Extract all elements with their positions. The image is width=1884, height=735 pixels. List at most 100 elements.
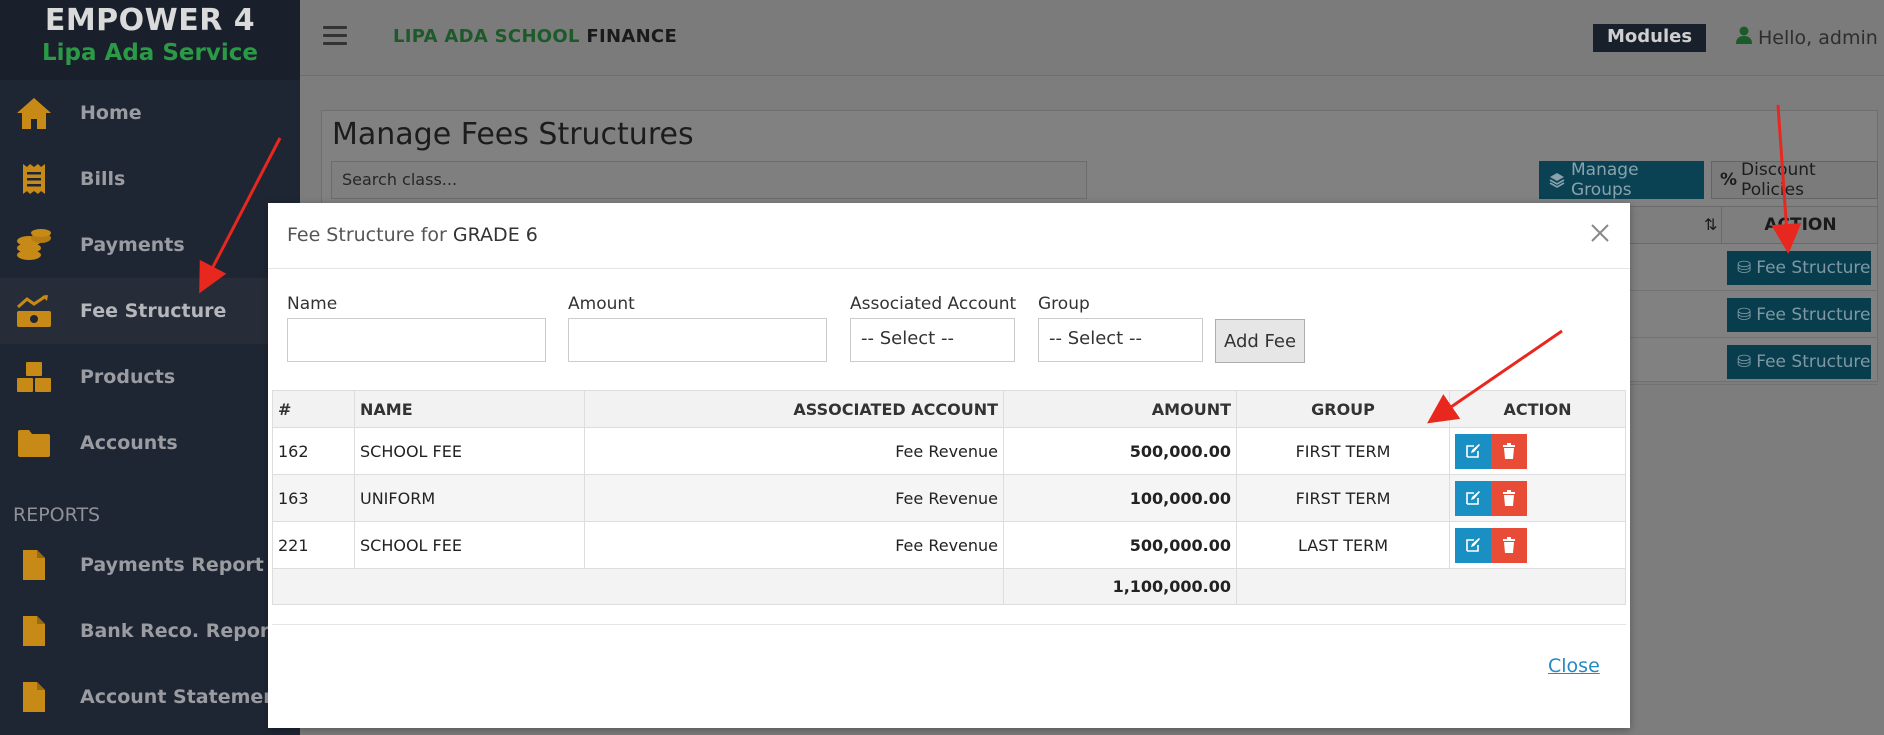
name-label: Name (287, 294, 338, 314)
edit-button[interactable] (1455, 433, 1491, 469)
edit-button[interactable] (1455, 480, 1491, 516)
brand-subtitle: Lipa Ada Service (42, 40, 258, 66)
menu-toggle-icon[interactable] (323, 26, 347, 46)
coins-icon: ⛁ (1737, 258, 1752, 278)
sort-icon[interactable]: ⇅ (1704, 215, 1717, 234)
edit-icon (1466, 491, 1480, 505)
modules-button[interactable]: Modules (1593, 24, 1707, 52)
top-header: LIPA ADA SCHOOL FINANCE Modules Hello, a… (300, 0, 1884, 76)
fee-structure-modal: Fee Structure for GRADE 6 Name Amount As… (268, 203, 1630, 728)
modal-header: Fee Structure for GRADE 6 (268, 203, 1630, 269)
cell-id: 163 (272, 474, 355, 522)
amount-input[interactable] (568, 318, 827, 362)
table-row: 221 SCHOOL FEE Fee Revenue 500,000.00 LA… (272, 521, 1626, 569)
trash-icon (1503, 537, 1515, 553)
user-greeting: Hello, admin (1758, 26, 1878, 49)
cell-amount: 500,000.00 (1003, 427, 1237, 475)
edit-icon (1466, 444, 1480, 458)
brand-title: EMPOWER 4 (44, 3, 256, 38)
add-fee-button[interactable]: Add Fee (1215, 319, 1305, 363)
app-title-module: FINANCE (586, 26, 678, 47)
sidebar-item-bank-reco-report[interactable]: Bank Reco. Report (0, 598, 300, 664)
coins-icon: ⛁ (1737, 352, 1752, 372)
delete-button[interactable] (1491, 480, 1527, 516)
sidebar-item-account-statement[interactable]: Account Statement (0, 664, 300, 730)
cell-group: LAST TERM (1236, 521, 1450, 569)
edit-icon (1466, 538, 1480, 552)
fee-structure-button[interactable]: ⛁ Fee Structure (1727, 251, 1871, 285)
user-menu[interactable]: Hello, admin (1736, 26, 1878, 49)
close-icon[interactable] (1588, 221, 1612, 245)
col-header-name: NAME (354, 390, 585, 428)
sidebar-item-home[interactable]: Home (0, 80, 300, 146)
manage-groups-button[interactable]: Manage Groups (1539, 160, 1704, 200)
add-fee-form: Name Amount Associated Account -- Select… (268, 291, 1630, 371)
discount-policies-button[interactable]: % Discount Policies (1711, 160, 1878, 200)
cell-id: 162 (272, 427, 355, 475)
total-spacer (272, 568, 1004, 605)
action-column-header: ACTION (1721, 207, 1879, 243)
group-select[interactable]: -- Select -- (1038, 318, 1203, 362)
sidebar-item-accounts[interactable]: Accounts (0, 410, 300, 476)
fee-structure-button-label: Fee Structure (1756, 305, 1871, 325)
account-select[interactable]: -- Select -- (850, 318, 1015, 362)
cell-account: Fee Revenue (584, 474, 1004, 522)
cell-name: UNIFORM (354, 474, 585, 522)
manage-groups-label: Manage Groups (1571, 160, 1639, 200)
sidebar-item-fee-structure[interactable]: Fee Structure (0, 278, 300, 344)
app-title-school: LIPA ADA SCHOOL (393, 26, 580, 47)
name-input[interactable] (287, 318, 546, 362)
file-icon (14, 613, 54, 649)
sidebar-item-payments-report[interactable]: Payments Report (0, 532, 300, 598)
edit-button[interactable] (1455, 527, 1491, 563)
coins-icon: ⛁ (1737, 305, 1752, 325)
sidebar-item-label: Accounts (80, 432, 178, 454)
file-icon (14, 547, 54, 583)
col-header-id: # (272, 390, 355, 428)
cell-actions (1449, 521, 1626, 569)
col-header-amount: AMOUNT (1003, 390, 1237, 428)
sidebar-item-label: Home (80, 102, 142, 124)
delete-button[interactable] (1491, 433, 1527, 469)
sidebar-item-label: Payments Report (80, 554, 264, 576)
close-button[interactable]: Close (1548, 655, 1600, 677)
cell-id: 221 (272, 521, 355, 569)
fee-structure-button[interactable]: ⛁ Fee Structure (1727, 298, 1871, 332)
boxes-icon (14, 359, 54, 395)
col-header-account: ASSOCIATED ACCOUNT (584, 390, 1004, 428)
page-title: Manage Fees Structures (332, 117, 694, 152)
delete-button[interactable] (1491, 527, 1527, 563)
sidebar-item-label: Account Statement (80, 686, 286, 708)
file-icon (14, 679, 54, 715)
fee-structure-button-label: Fee Structure (1756, 352, 1871, 372)
sidebar-item-products[interactable]: Products (0, 344, 300, 410)
app-title: LIPA ADA SCHOOL FINANCE (393, 26, 677, 47)
trash-icon (1503, 443, 1515, 459)
table-row: 162 SCHOOL FEE Fee Revenue 500,000.00 FI… (272, 427, 1626, 475)
col-header-group: GROUP (1236, 390, 1450, 428)
cell-group: FIRST TERM (1236, 474, 1450, 522)
sidebar-item-payments[interactable]: Payments (0, 212, 300, 278)
cell-name: SCHOOL FEE (354, 427, 585, 475)
modal-title-prefix: Fee Structure for (287, 224, 447, 246)
col-header-action: ACTION (1449, 390, 1626, 428)
search-class-input[interactable]: Search class... (331, 161, 1087, 199)
sidebar-item-bills[interactable]: Bills (0, 146, 300, 212)
percent-icon: % (1720, 170, 1738, 190)
sidebar-item-label: Fee Structure (80, 300, 227, 322)
fee-structure-button[interactable]: ⛁ Fee Structure (1727, 345, 1871, 379)
account-label: Associated Account (850, 294, 1017, 314)
cell-account: Fee Revenue (584, 427, 1004, 475)
modal-footer-divider (272, 624, 1626, 625)
modal-title: Fee Structure for GRADE 6 (287, 224, 538, 246)
cell-account: Fee Revenue (584, 521, 1004, 569)
amount-label: Amount (568, 294, 635, 314)
coins-icon (14, 227, 54, 263)
cell-amount: 500,000.00 (1003, 521, 1237, 569)
table-header-row: # NAME ASSOCIATED ACCOUNT AMOUNT GROUP A… (272, 390, 1626, 428)
sidebar-item-label: Bills (80, 168, 126, 190)
sidebar-item-label: Payments (80, 234, 185, 256)
discount-policies-label: Discount Policies (1741, 160, 1816, 200)
cell-group: FIRST TERM (1236, 427, 1450, 475)
total-spacer (1236, 568, 1626, 605)
